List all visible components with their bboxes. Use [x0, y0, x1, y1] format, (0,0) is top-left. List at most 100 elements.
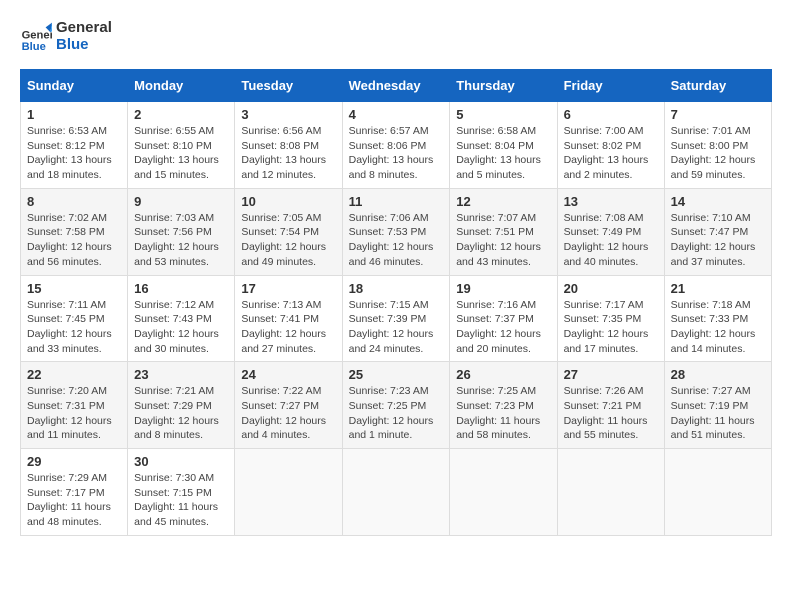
day-info: Sunrise: 7:00 AM Sunset: 8:02 PM Dayligh…: [564, 124, 658, 183]
day-info: Sunrise: 7:01 AM Sunset: 8:00 PM Dayligh…: [671, 124, 765, 183]
day-cell-20: 20Sunrise: 7:17 AM Sunset: 7:35 PM Dayli…: [557, 275, 664, 362]
logo: General Blue General Blue: [20, 20, 112, 53]
day-number: 26: [456, 367, 550, 382]
weekday-wednesday: Wednesday: [342, 70, 450, 102]
day-info: Sunrise: 7:25 AM Sunset: 7:23 PM Dayligh…: [456, 384, 550, 443]
week-row-5: 29 Sunrise: 7:29 AM Sunset: 7:17 PM Dayli…: [21, 449, 772, 536]
day-info: Sunrise: 7:27 AM Sunset: 7:19 PM Dayligh…: [671, 384, 765, 443]
day-number: 8: [27, 194, 121, 209]
day-info: Sunrise: 7:08 AM Sunset: 7:49 PM Dayligh…: [564, 211, 658, 270]
day-number: 29: [27, 454, 121, 469]
calendar-body: 1 Sunrise: 6:53 AM Sunset: 8:12 PM Daylig…: [21, 102, 772, 536]
day-info: Sunrise: 6:57 AM Sunset: 8:06 PM Dayligh…: [349, 124, 444, 183]
weekday-saturday: Saturday: [664, 70, 771, 102]
day-number: 23: [134, 367, 228, 382]
day-info: Sunrise: 7:29 AM Sunset: 7:17 PM Dayligh…: [27, 471, 121, 530]
empty-cell: [235, 449, 342, 536]
day-info: Sunrise: 6:53 AM Sunset: 8:12 PM Dayligh…: [27, 124, 121, 183]
week-row-2: 8 Sunrise: 7:02 AM Sunset: 7:58 PM Daylig…: [21, 188, 772, 275]
day-cell-7: 7Sunrise: 7:01 AM Sunset: 8:00 PM Daylig…: [664, 102, 771, 189]
day-number: 12: [456, 194, 550, 209]
day-info: Sunrise: 7:10 AM Sunset: 7:47 PM Dayligh…: [671, 211, 765, 270]
empty-cell: [450, 449, 557, 536]
day-cell-8: 8 Sunrise: 7:02 AM Sunset: 7:58 PM Daylig…: [21, 188, 128, 275]
day-number: 14: [671, 194, 765, 209]
week-row-3: 15 Sunrise: 7:11 AM Sunset: 7:45 PM Dayli…: [21, 275, 772, 362]
day-info: Sunrise: 6:55 AM Sunset: 8:10 PM Dayligh…: [134, 124, 228, 183]
logo-icon: General Blue: [20, 21, 52, 53]
day-number: 19: [456, 281, 550, 296]
day-info: Sunrise: 7:05 AM Sunset: 7:54 PM Dayligh…: [241, 211, 335, 270]
day-cell-18: 18 Sunrise: 7:15 AM Sunset: 7:39 PM Dayli…: [342, 275, 450, 362]
day-cell-22: 22Sunrise: 7:20 AM Sunset: 7:31 PM Dayli…: [21, 362, 128, 449]
day-info: Sunrise: 7:21 AM Sunset: 7:29 PM Dayligh…: [134, 384, 228, 443]
day-info: Sunrise: 7:02 AM Sunset: 7:58 PM Dayligh…: [27, 211, 121, 270]
weekday-tuesday: Tuesday: [235, 70, 342, 102]
day-number: 25: [349, 367, 444, 382]
day-cell-6: 6Sunrise: 7:00 AM Sunset: 8:02 PM Daylig…: [557, 102, 664, 189]
day-info: Sunrise: 7:06 AM Sunset: 7:53 PM Dayligh…: [349, 211, 444, 270]
day-cell-13: 13 Sunrise: 7:08 AM Sunset: 7:49 PM Dayli…: [557, 188, 664, 275]
week-row-4: 22Sunrise: 7:20 AM Sunset: 7:31 PM Dayli…: [21, 362, 772, 449]
day-number: 20: [564, 281, 658, 296]
day-info: Sunrise: 7:26 AM Sunset: 7:21 PM Dayligh…: [564, 384, 658, 443]
day-cell-23: 23 Sunrise: 7:21 AM Sunset: 7:29 PM Dayli…: [128, 362, 235, 449]
day-cell-16: 16Sunrise: 7:12 AM Sunset: 7:43 PM Dayli…: [128, 275, 235, 362]
day-number: 1: [27, 107, 121, 122]
day-info: Sunrise: 7:15 AM Sunset: 7:39 PM Dayligh…: [349, 298, 444, 357]
day-cell-12: 12 Sunrise: 7:07 AM Sunset: 7:51 PM Dayli…: [450, 188, 557, 275]
day-info: Sunrise: 7:07 AM Sunset: 7:51 PM Dayligh…: [456, 211, 550, 270]
calendar-table: SundayMondayTuesdayWednesdayThursdayFrid…: [20, 69, 772, 536]
day-number: 18: [349, 281, 444, 296]
day-cell-3: 3 Sunrise: 6:56 AM Sunset: 8:08 PM Daylig…: [235, 102, 342, 189]
day-number: 21: [671, 281, 765, 296]
weekday-header-row: SundayMondayTuesdayWednesdayThursdayFrid…: [21, 70, 772, 102]
svg-text:General: General: [22, 29, 52, 41]
day-info: Sunrise: 7:11 AM Sunset: 7:45 PM Dayligh…: [27, 298, 121, 357]
day-number: 15: [27, 281, 121, 296]
day-number: 17: [241, 281, 335, 296]
day-number: 9: [134, 194, 228, 209]
weekday-thursday: Thursday: [450, 70, 557, 102]
day-info: Sunrise: 7:18 AM Sunset: 7:33 PM Dayligh…: [671, 298, 765, 357]
day-cell-19: 19Sunrise: 7:16 AM Sunset: 7:37 PM Dayli…: [450, 275, 557, 362]
day-number: 5: [456, 107, 550, 122]
weekday-monday: Monday: [128, 70, 235, 102]
day-cell-26: 26 Sunrise: 7:25 AM Sunset: 7:23 PM Dayli…: [450, 362, 557, 449]
day-cell-29: 29 Sunrise: 7:29 AM Sunset: 7:17 PM Dayli…: [21, 449, 128, 536]
weekday-sunday: Sunday: [21, 70, 128, 102]
day-number: 2: [134, 107, 228, 122]
day-info: Sunrise: 7:03 AM Sunset: 7:56 PM Dayligh…: [134, 211, 228, 270]
day-cell-1: 1 Sunrise: 6:53 AM Sunset: 8:12 PM Daylig…: [21, 102, 128, 189]
day-number: 10: [241, 194, 335, 209]
day-cell-4: 4 Sunrise: 6:57 AM Sunset: 8:06 PM Daylig…: [342, 102, 450, 189]
day-cell-14: 14 Sunrise: 7:10 AM Sunset: 7:47 PM Dayli…: [664, 188, 771, 275]
svg-text:Blue: Blue: [22, 40, 46, 52]
day-cell-9: 9 Sunrise: 7:03 AM Sunset: 7:56 PM Daylig…: [128, 188, 235, 275]
day-info: Sunrise: 6:58 AM Sunset: 8:04 PM Dayligh…: [456, 124, 550, 183]
day-number: 24: [241, 367, 335, 382]
day-info: Sunrise: 7:23 AM Sunset: 7:25 PM Dayligh…: [349, 384, 444, 443]
empty-cell: [557, 449, 664, 536]
day-number: 30: [134, 454, 228, 469]
day-cell-25: 25 Sunrise: 7:23 AM Sunset: 7:25 PM Dayli…: [342, 362, 450, 449]
day-number: 13: [564, 194, 658, 209]
day-cell-21: 21 Sunrise: 7:18 AM Sunset: 7:33 PM Dayli…: [664, 275, 771, 362]
day-cell-24: 24 Sunrise: 7:22 AM Sunset: 7:27 PM Dayli…: [235, 362, 342, 449]
day-number: 28: [671, 367, 765, 382]
day-info: Sunrise: 7:30 AM Sunset: 7:15 PM Dayligh…: [134, 471, 228, 530]
week-row-1: 1 Sunrise: 6:53 AM Sunset: 8:12 PM Daylig…: [21, 102, 772, 189]
empty-cell: [342, 449, 450, 536]
day-number: 4: [349, 107, 444, 122]
day-number: 22: [27, 367, 121, 382]
day-number: 16: [134, 281, 228, 296]
day-info: Sunrise: 6:56 AM Sunset: 8:08 PM Dayligh…: [241, 124, 335, 183]
empty-cell: [664, 449, 771, 536]
day-cell-10: 10 Sunrise: 7:05 AM Sunset: 7:54 PM Dayli…: [235, 188, 342, 275]
day-cell-28: 28 Sunrise: 7:27 AM Sunset: 7:19 PM Dayli…: [664, 362, 771, 449]
day-info: Sunrise: 7:22 AM Sunset: 7:27 PM Dayligh…: [241, 384, 335, 443]
day-number: 3: [241, 107, 335, 122]
day-cell-5: 5 Sunrise: 6:58 AM Sunset: 8:04 PM Daylig…: [450, 102, 557, 189]
day-cell-30: 30 Sunrise: 7:30 AM Sunset: 7:15 PM Dayli…: [128, 449, 235, 536]
day-number: 27: [564, 367, 658, 382]
